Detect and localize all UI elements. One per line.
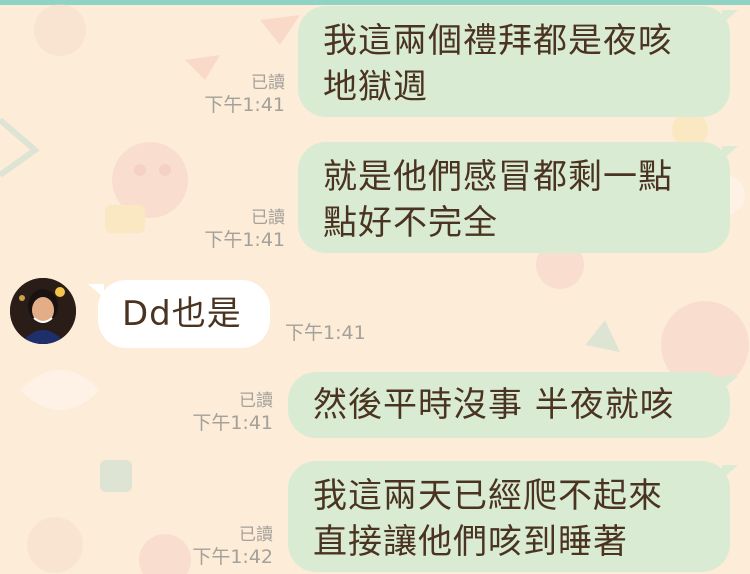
outgoing-message-bubble[interactable]: 我這兩天已經爬不起來 直接讓他們咳到睡著 (288, 461, 730, 572)
message-meta: 已讀 下午1:42 (183, 524, 273, 568)
message-text-line: 就是他們感冒都剩一點 (323, 157, 673, 197)
message-time: 下午1:41 (204, 94, 285, 116)
message-text-line: 然後平時沒事 半夜就咳 (313, 385, 675, 425)
outgoing-message-bubble[interactable]: 我這兩個禮拜都是夜咳 地獄週 (298, 6, 730, 117)
message-text-line: 地獄週 (323, 67, 428, 107)
bubble-tail (722, 465, 738, 479)
message-meta: 已讀 下午1:41 (183, 390, 273, 434)
bubble-tail (722, 376, 738, 390)
bubble-tail (88, 284, 104, 298)
read-receipt: 已讀 (251, 73, 285, 93)
message-text-line: 直接讓他們咳到睡著 (313, 522, 628, 562)
bubble-tail (722, 10, 738, 24)
read-receipt: 已讀 (239, 391, 273, 411)
message-text-line: 點好不完全 (323, 203, 498, 243)
message-time: 下午1:42 (192, 546, 273, 568)
read-receipt: 已讀 (239, 525, 273, 545)
contact-avatar[interactable] (10, 278, 76, 344)
bubble-tail (722, 146, 738, 160)
message-text-line: 我這兩天已經爬不起來 (313, 476, 663, 516)
incoming-message-bubble[interactable]: Dd也是 (98, 280, 270, 348)
outgoing-message-bubble[interactable]: 就是他們感冒都剩一點 點好不完全 (298, 142, 730, 253)
message-text-line: 我這兩個禮拜都是夜咳 (323, 21, 673, 61)
message-text-line: Dd也是 (122, 294, 242, 334)
avatar-image (10, 278, 76, 344)
read-receipt: 已讀 (251, 208, 285, 228)
chat-background: 已讀 下午1:41 我這兩個禮拜都是夜咳 地獄週 已讀 下午1:41 就是他們感… (0, 0, 750, 574)
message-time: 下午1:41 (285, 322, 366, 344)
message-meta: 已讀 下午1:41 (195, 72, 285, 116)
message-time: 下午1:41 (204, 229, 285, 251)
message-meta: 已讀 下午1:41 (195, 207, 285, 251)
outgoing-message-bubble[interactable]: 然後平時沒事 半夜就咳 (288, 372, 730, 438)
message-time: 下午1:41 (192, 412, 273, 434)
